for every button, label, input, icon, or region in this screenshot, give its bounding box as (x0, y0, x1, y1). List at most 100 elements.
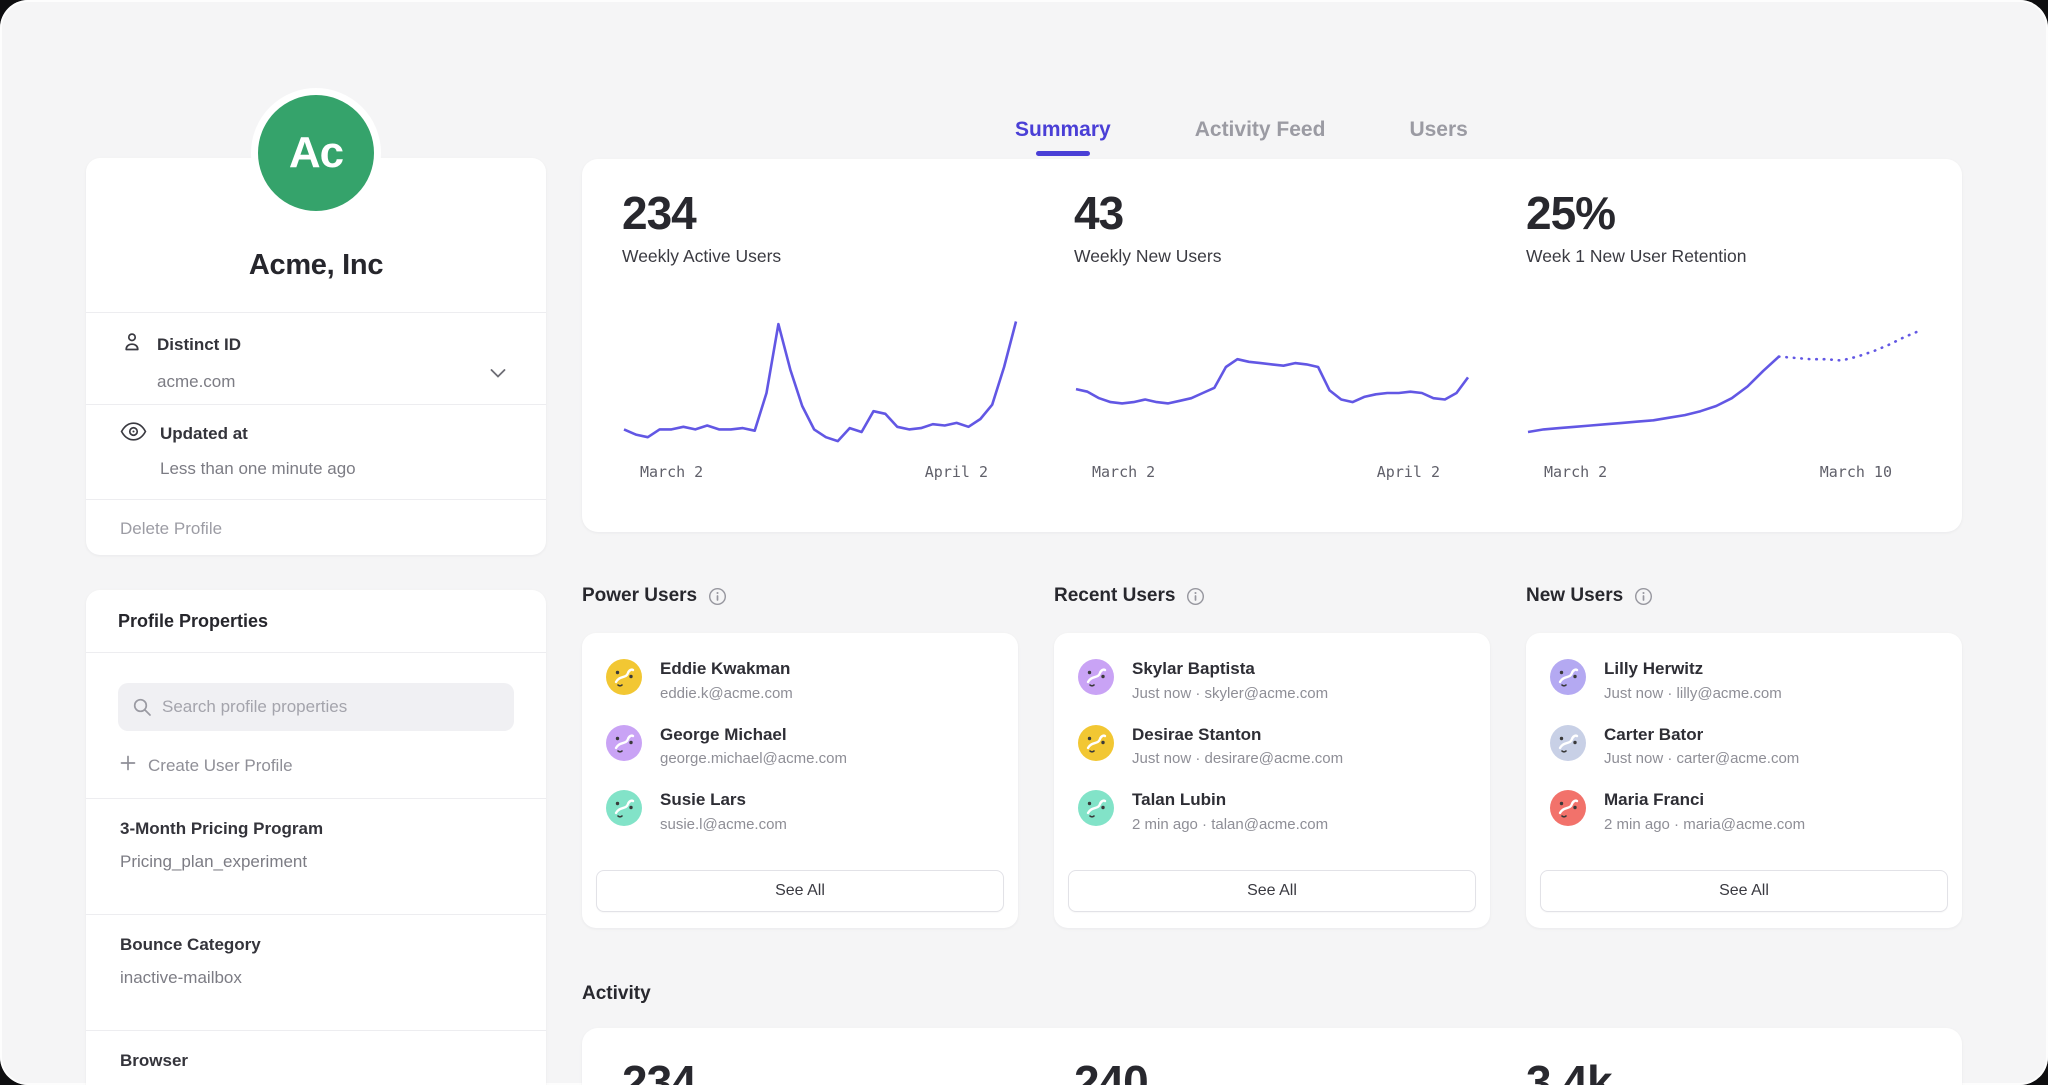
user-detail: susie.l@acme.com (660, 816, 787, 833)
active-tab-underline (1036, 151, 1090, 156)
stat-label: Weekly New Users (1074, 246, 1470, 267)
user-list-card: Lilly Herwitz Just now · lilly@acme.com … (1526, 633, 1962, 928)
property-name: 3-Month Pricing Program (120, 819, 514, 839)
active-tab-underline (1412, 151, 1466, 156)
info-icon[interactable] (1186, 587, 1205, 606)
profile-properties-title: Profile Properties (86, 590, 546, 652)
search-icon (132, 697, 152, 722)
user-name: Carter Bator (1604, 725, 1799, 745)
property-name: Bounce Category (120, 935, 514, 955)
stat-label: Week 1 New User Retention (1526, 246, 1922, 267)
section-header-new-users: New Users (1526, 585, 1962, 607)
x-axis-labels: March 2 April 2 (1074, 463, 1470, 481)
section-title: New Users (1526, 585, 1623, 607)
user-detail: Just now · skyler@acme.com (1132, 685, 1328, 702)
property-value: Pricing_plan_experiment (120, 852, 514, 872)
stat-column: 43 Weekly New Users March 2 April 2 (1074, 189, 1470, 514)
stat-value: 25% (1526, 189, 1922, 237)
x-axis-labels: March 2 April 2 (622, 463, 1018, 481)
user-avatar (1078, 659, 1114, 695)
x-axis-start-label: March 2 (1544, 463, 1607, 481)
user-name: George Michael (660, 725, 847, 745)
updated-at-label: Updated at (160, 424, 248, 444)
user-detail: Just now · lilly@acme.com (1604, 685, 1782, 702)
user-avatar (1078, 725, 1114, 761)
user-face-avatar (606, 725, 642, 761)
see-all-button[interactable]: See All (1540, 870, 1948, 912)
x-axis-labels: March 2 March 10 (1526, 463, 1922, 481)
profile-dashboard-page: Ac Acme, Inc Distinct ID acme.com (0, 0, 2048, 1085)
summary-stats-card: 234 Weekly Active Users March 2 April 2 … (582, 159, 1962, 532)
stat-column: 25% Week 1 New User Retention March 2 Ma… (1526, 189, 1922, 514)
user-list-item[interactable]: Skylar Baptista Just now · skyler@acme.c… (1078, 659, 1466, 702)
stat-column: 234 Weekly Active Users March 2 April 2 (622, 189, 1018, 514)
user-name: Susie Lars (660, 790, 787, 810)
section-title: Power Users (582, 585, 697, 607)
user-list-item[interactable]: George Michael george.michael@acme.com (606, 725, 994, 768)
user-list-item[interactable]: Eddie Kwakman eddie.k@acme.com (606, 659, 994, 702)
tab-label: Summary (1015, 118, 1111, 141)
plus-icon (120, 755, 136, 776)
user-detail: eddie.k@acme.com (660, 685, 793, 702)
user-avatar (1550, 659, 1586, 695)
user-avatar (606, 659, 642, 695)
user-face-avatar (1078, 790, 1114, 826)
profile-properties-card: Profile Properties Create User Profile 3… (86, 590, 546, 1085)
see-all-button[interactable]: See All (1068, 870, 1476, 912)
user-detail: Just now · desirare@acme.com (1132, 750, 1343, 767)
active-tab-underline (1233, 151, 1287, 156)
profile-property-item[interactable]: Browser Chrome (86, 1031, 546, 1085)
profile-property-item[interactable]: Bounce Category inactive-mailbox (86, 915, 546, 1010)
user-list-item[interactable]: Desirae Stanton Just now · desirare@acme… (1078, 725, 1466, 768)
user-list-item[interactable]: Carter Bator Just now · carter@acme.com (1550, 725, 1938, 768)
chevron-down-icon[interactable] (490, 365, 506, 383)
user-face-avatar (1550, 659, 1586, 695)
activity-section-title: Activity (582, 983, 651, 1005)
search-profile-properties-input[interactable] (118, 683, 514, 731)
tab-activity-feed[interactable]: Activity Feed (1195, 118, 1326, 156)
profile-properties-list: 3-Month Pricing Program Pricing_plan_exp… (86, 799, 546, 1085)
distinct-id-row[interactable]: Distinct ID acme.com (86, 313, 546, 404)
divider (86, 652, 546, 653)
activity-stat-value: 240 (1074, 1058, 1470, 1085)
tab-bar: Summary Activity Feed Users (582, 118, 1962, 156)
info-icon[interactable] (708, 587, 727, 606)
updated-at-row: Updated at Less than one minute ago (86, 405, 546, 499)
company-name: Acme, Inc (249, 249, 383, 282)
delete-profile-button[interactable]: Delete Profile (86, 500, 546, 557)
user-face-avatar (606, 790, 642, 826)
user-list-item[interactable]: Lilly Herwitz Just now · lilly@acme.com (1550, 659, 1938, 702)
user-list-item[interactable]: Maria Franci 2 min ago · maria@acme.com (1550, 790, 1938, 833)
user-list-card: Eddie Kwakman eddie.k@acme.com George Mi… (582, 633, 1018, 928)
user-name: Lilly Herwitz (1604, 659, 1782, 679)
info-icon[interactable] (1634, 587, 1653, 606)
stat-value: 234 (622, 189, 1018, 237)
tab-summary[interactable]: Summary (1015, 118, 1111, 156)
updated-at-value: Less than one minute ago (160, 459, 510, 479)
x-axis-start-label: March 2 (640, 463, 703, 481)
user-detail: 2 min ago · talan@acme.com (1132, 816, 1328, 833)
x-axis-end-label: March 10 (1820, 463, 1892, 481)
user-face-avatar (1078, 725, 1114, 761)
sparkline-chart (1074, 303, 1470, 453)
create-user-profile-button[interactable]: Create User Profile (120, 755, 514, 776)
activity-stat-value: 3.4k (1526, 1058, 1922, 1085)
activity-stat-value: 234 (622, 1058, 1018, 1085)
user-detail: 2 min ago · maria@acme.com (1604, 816, 1805, 833)
user-list-item[interactable]: Talan Lubin 2 min ago · talan@acme.com (1078, 790, 1466, 833)
user-name: Skylar Baptista (1132, 659, 1328, 679)
search-wrap (118, 683, 514, 731)
sparkline-chart (1526, 303, 1922, 453)
see-all-button[interactable]: See All (596, 870, 1004, 912)
user-face-avatar (1550, 725, 1586, 761)
profile-property-item[interactable]: 3-Month Pricing Program Pricing_plan_exp… (86, 799, 546, 894)
activity-card: 234 240 3.4k (582, 1028, 1962, 1085)
distinct-id-label: Distinct ID (157, 335, 241, 355)
stat-label: Weekly Active Users (622, 246, 1018, 267)
user-name: Desirae Stanton (1132, 725, 1343, 745)
user-list-item[interactable]: Susie Lars susie.l@acme.com (606, 790, 994, 833)
user-name: Maria Franci (1604, 790, 1805, 810)
sparkline-chart (622, 303, 1018, 453)
company-avatar-initials: Ac (289, 128, 343, 178)
tab-users[interactable]: Users (1409, 118, 1467, 156)
